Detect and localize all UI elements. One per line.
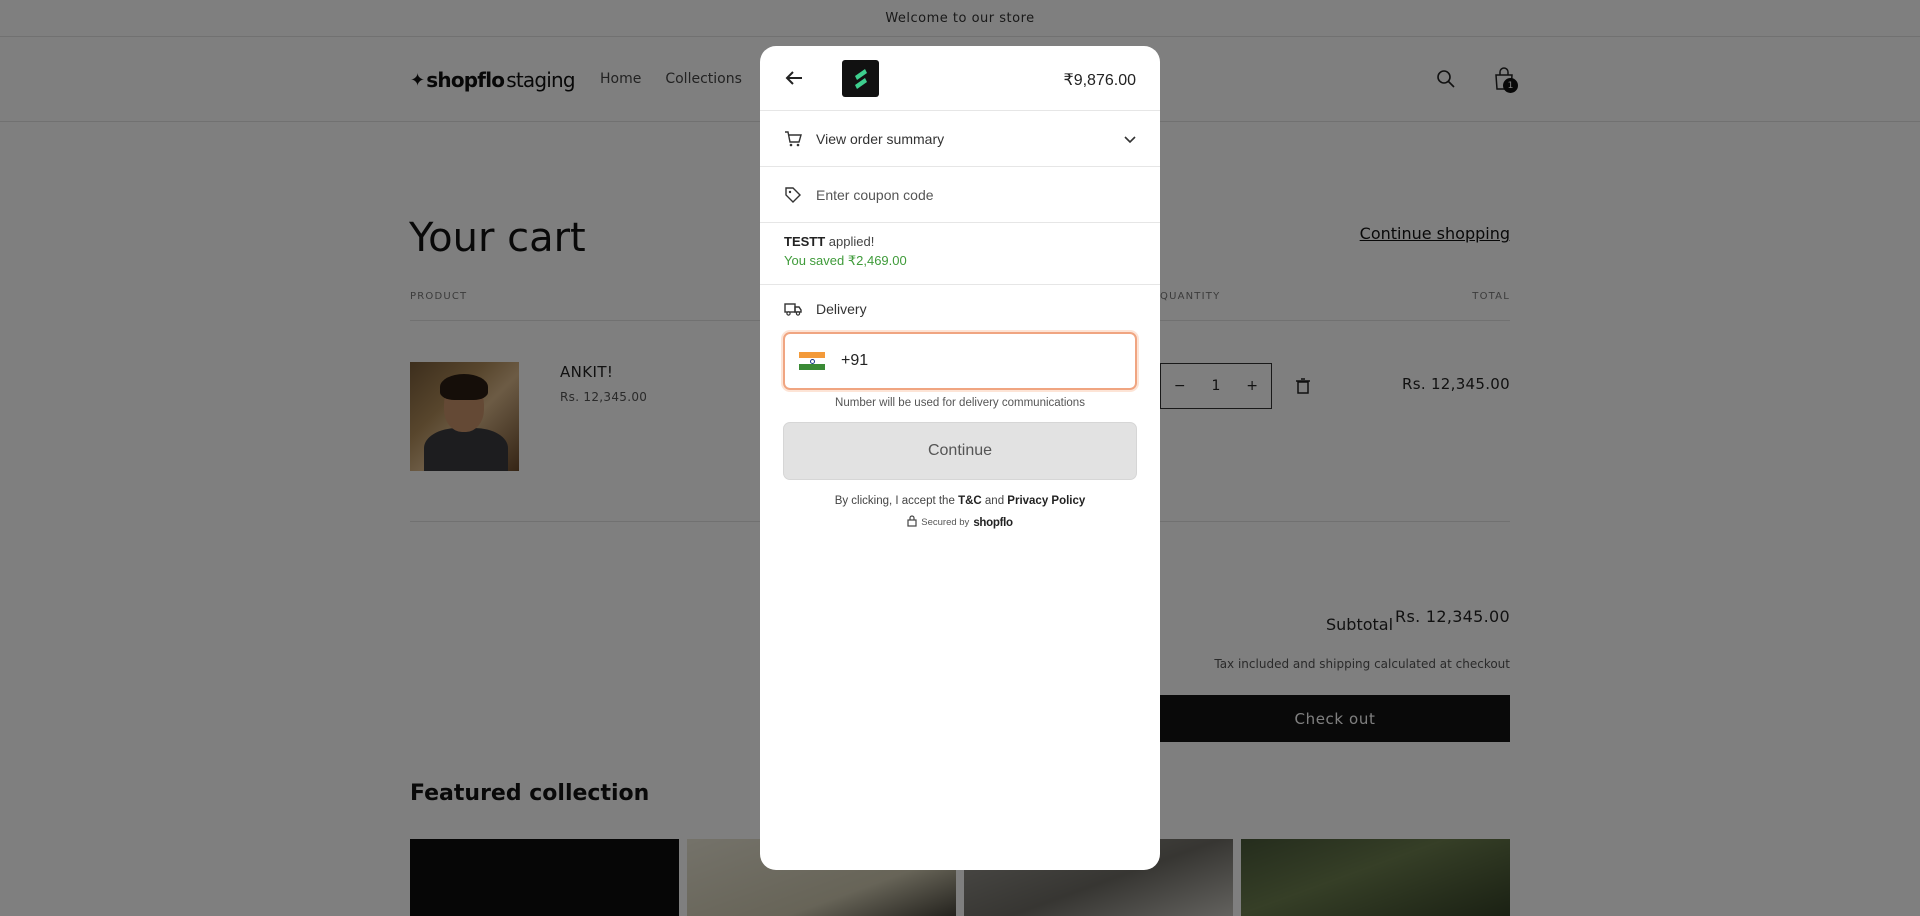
coupon-code-input[interactable]	[816, 186, 1116, 203]
savings-text: You saved ₹2,469.00	[784, 253, 907, 268]
terms-link[interactable]: T&C	[958, 495, 982, 507]
phone-helper-text: Number will be used for delivery communi…	[835, 397, 1085, 409]
continue-button[interactable]: Continue	[783, 422, 1137, 480]
chevron-down-icon[interactable]	[1124, 131, 1136, 149]
phone-number-input[interactable]	[841, 352, 1091, 370]
applied-text: applied!	[828, 234, 875, 249]
india-flag-icon[interactable]	[799, 352, 825, 370]
tag-icon	[784, 186, 802, 204]
phone-field[interactable]	[783, 332, 1137, 390]
coupon-row	[760, 167, 1160, 223]
delivery-label: Delivery	[816, 301, 867, 317]
modal-header: ₹9,876.00	[760, 46, 1160, 111]
privacy-policy-link[interactable]: Privacy Policy	[1007, 495, 1085, 507]
delivery-truck-icon	[784, 302, 802, 316]
shopping-cart-icon	[784, 130, 802, 148]
order-summary-label: View order summary	[816, 130, 945, 147]
applied-coupon-code: TESTT	[784, 234, 826, 249]
secured-by-text: Secured by	[921, 517, 970, 528]
order-summary-row[interactable]: View order summary	[760, 111, 1160, 167]
checkout-modal: ₹9,876.00 View order summary TESTT appli…	[760, 46, 1160, 870]
legal-and: and	[984, 495, 1005, 507]
secured-by-badge: Secured by shopflo	[760, 515, 1160, 530]
legal-prefix: By clicking, I accept the	[834, 495, 955, 507]
shopflo-brand-icon	[842, 60, 879, 97]
order-total: ₹9,876.00	[1063, 72, 1136, 89]
shopflo-wordmark: shopflo	[973, 516, 1013, 529]
delivery-section-header: Delivery	[760, 285, 1160, 317]
lock-icon	[907, 515, 917, 530]
back-arrow-icon[interactable]	[784, 68, 804, 88]
coupon-applied-banner: TESTT applied! You saved ₹2,469.00	[760, 223, 1160, 285]
legal-consent: By clicking, I accept the T&C and Privac…	[760, 495, 1160, 507]
